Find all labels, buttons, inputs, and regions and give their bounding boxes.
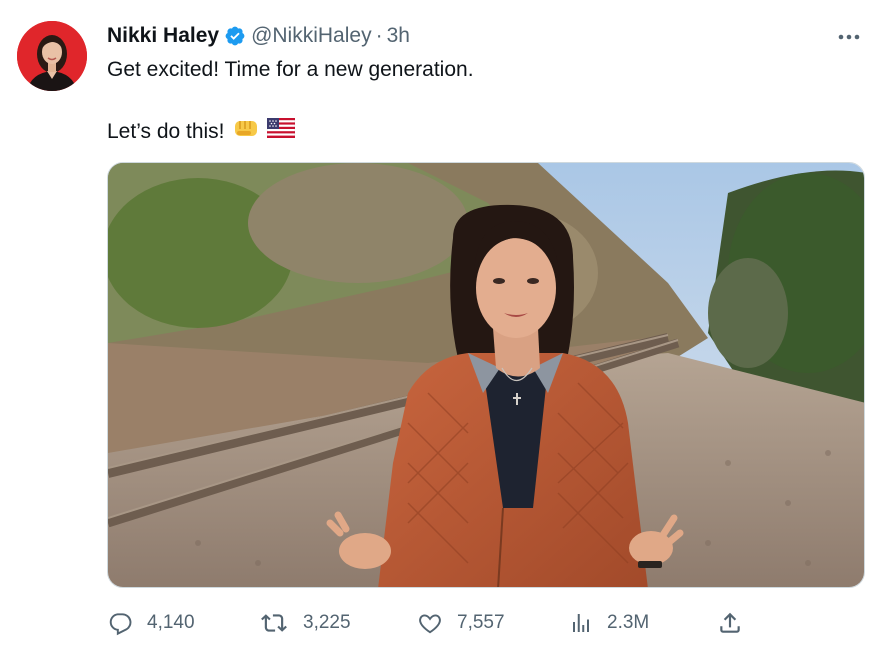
more-button[interactable] — [836, 26, 862, 46]
tweet-actions: 4,140 3,225 7,557 2.3M — [107, 607, 747, 639]
tweet-text-line-2: Let’s do this! — [107, 116, 295, 148]
reply-icon — [107, 610, 133, 636]
retweet-count: 3,225 — [303, 612, 351, 633]
tweet-media-video[interactable] — [107, 162, 865, 588]
like-button[interactable]: 7,557 — [417, 607, 505, 639]
like-icon — [417, 610, 443, 636]
reply-count: 4,140 — [147, 612, 195, 633]
tweet[interactable]: Nikki Haley @NikkiHaley · 3h Get excited… — [0, 0, 880, 649]
verified-badge-icon[interactable] — [224, 25, 246, 47]
display-name[interactable]: Nikki Haley — [107, 24, 219, 48]
retweet-icon — [259, 610, 289, 636]
more-dots-icon — [837, 27, 861, 45]
avatar[interactable] — [17, 21, 87, 91]
views-count: 2.3M — [607, 612, 650, 633]
separator: · — [375, 24, 383, 47]
handle[interactable]: @NikkiHaley — [251, 24, 372, 48]
share-icon — [717, 610, 743, 636]
views-button[interactable]: 2.3M — [569, 607, 649, 639]
oncoming-fist-emoji — [233, 116, 259, 148]
tweet-header: Nikki Haley @NikkiHaley · 3h — [107, 22, 410, 50]
tweet-text-line-1: Get excited! Time for a new generation. — [107, 58, 474, 81]
like-count: 7,557 — [457, 612, 505, 633]
us-flag-emoji — [266, 117, 295, 146]
reply-button[interactable]: 4,140 — [107, 607, 195, 639]
views-icon — [569, 610, 593, 636]
tweet-text-line-2-text: Let’s do this! — [107, 120, 225, 143]
share-button[interactable] — [717, 607, 743, 639]
timestamp[interactable]: 3h — [387, 24, 410, 48]
retweet-button[interactable]: 3,225 — [259, 607, 351, 639]
